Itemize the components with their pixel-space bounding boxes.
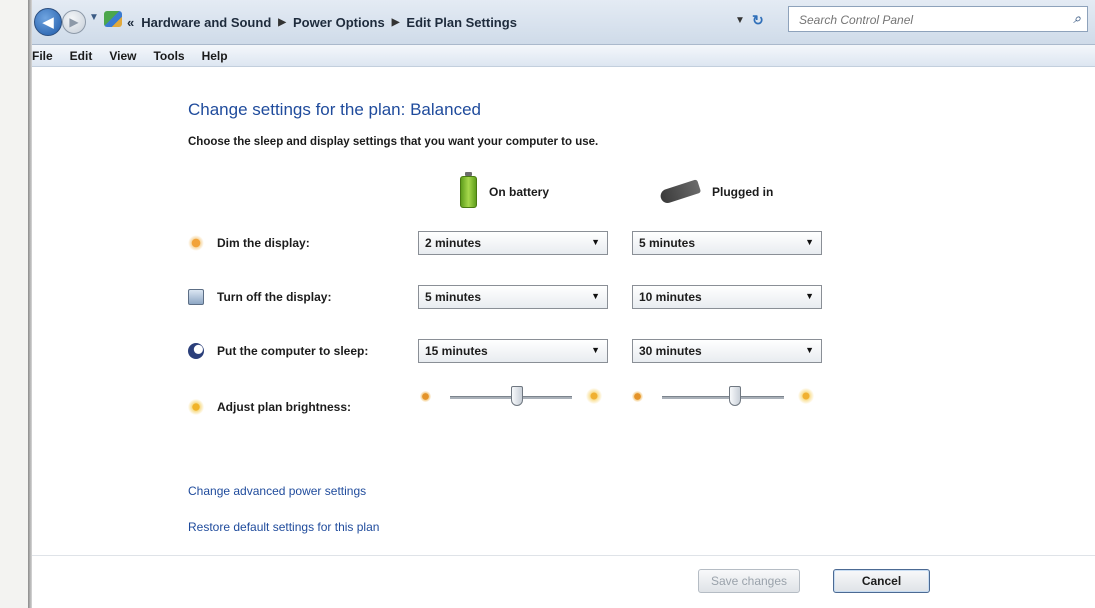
divider	[30, 555, 1095, 556]
menu-edit[interactable]: Edit	[70, 49, 93, 63]
brightness-row-label: Adjust plan brightness:	[188, 396, 351, 418]
search-icon[interactable]: ⌕	[1073, 10, 1081, 27]
sleep-moon-icon	[188, 343, 204, 359]
sleep-battery-select[interactable]: 15 minutes ▼	[418, 339, 608, 363]
brightness-sun-icon	[188, 399, 204, 415]
turn-off-display-row-label: Turn off the display:	[188, 286, 331, 308]
dim-display-row-label: Dim the display:	[188, 232, 310, 254]
dropdown-arrow-icon: ▼	[591, 291, 600, 301]
bright-brightness-icon	[798, 388, 814, 404]
window-left-border	[28, 0, 32, 608]
restore-defaults-link[interactable]: Restore default settings for this plan	[188, 520, 379, 534]
column-header-plugged-in: Plugged in	[658, 175, 774, 209]
breadcrumb: « Hardware and Sound ▶ Power Options ▶ E…	[127, 12, 517, 32]
menu-bar: File Edit View Tools Help	[30, 45, 1095, 67]
turn-off-display-plugged-select[interactable]: 10 minutes ▼	[632, 285, 822, 309]
forward-button[interactable]: ▶	[62, 10, 86, 34]
dim-display-plugged-value: 5 minutes	[639, 236, 696, 250]
control-panel-icon	[104, 11, 122, 27]
turn-off-display-label: Turn off the display:	[217, 290, 332, 304]
monitor-icon	[188, 289, 204, 305]
dim-display-label: Dim the display:	[217, 236, 310, 250]
control-panel-window: ◀ ▶ ▼ « Hardware and Sound ▶ Power Optio…	[30, 0, 1095, 608]
recent-pages-dropdown-icon[interactable]: ▼	[89, 12, 99, 23]
page-subtitle: Choose the sleep and display settings th…	[188, 136, 599, 148]
address-bar: ◀ ▶ ▼ « Hardware and Sound ▶ Power Optio…	[30, 0, 1095, 45]
breadcrumb-separator-icon[interactable]: ▶	[392, 17, 400, 28]
menu-file[interactable]: File	[32, 49, 53, 63]
brightness-label: Adjust plan brightness:	[217, 400, 352, 414]
sleep-row-label: Put the computer to sleep:	[188, 340, 368, 362]
brightness-plugged-slider[interactable]	[632, 386, 822, 408]
menu-view[interactable]: View	[109, 49, 136, 63]
dim-brightness-icon	[420, 391, 431, 402]
slider-thumb[interactable]	[511, 386, 524, 406]
plug-icon	[658, 179, 702, 205]
battery-icon	[460, 172, 477, 208]
sleep-plugged-value: 30 minutes	[639, 344, 702, 358]
dropdown-arrow-icon: ▼	[805, 237, 814, 247]
dim-display-battery-value: 2 minutes	[425, 236, 482, 250]
cancel-button[interactable]: Cancel	[833, 569, 930, 593]
dim-display-icon	[188, 235, 204, 251]
dim-display-battery-select[interactable]: 2 minutes ▼	[418, 231, 608, 255]
search-input[interactable]	[797, 8, 1051, 32]
sleep-label: Put the computer to sleep:	[217, 344, 369, 358]
dropdown-arrow-icon: ▼	[591, 345, 600, 355]
sleep-battery-value: 15 minutes	[425, 344, 488, 358]
back-button[interactable]: ◀	[34, 8, 62, 36]
breadcrumb-separator-icon[interactable]: ▶	[278, 17, 286, 28]
dropdown-arrow-icon: ▼	[591, 237, 600, 247]
dim-brightness-icon	[632, 391, 643, 402]
menu-help[interactable]: Help	[202, 49, 228, 63]
bright-brightness-icon	[586, 388, 602, 404]
breadcrumb-overflow[interactable]: «	[127, 15, 134, 30]
sleep-plugged-select[interactable]: 30 minutes ▼	[632, 339, 822, 363]
dropdown-arrow-icon: ▼	[805, 291, 814, 301]
plugged-in-label: Plugged in	[712, 185, 774, 199]
slider-thumb[interactable]	[729, 386, 742, 406]
forward-arrow-icon: ▶	[69, 15, 79, 29]
refresh-icon[interactable]: ↻	[752, 12, 764, 29]
breadcrumb-edit-plan-settings[interactable]: Edit Plan Settings	[406, 15, 517, 30]
dropdown-arrow-icon: ▼	[805, 345, 814, 355]
advanced-power-settings-link[interactable]: Change advanced power settings	[188, 484, 366, 498]
brightness-battery-slider[interactable]	[420, 386, 610, 408]
turn-off-display-battery-value: 5 minutes	[425, 290, 482, 304]
turn-off-display-battery-select[interactable]: 5 minutes ▼	[418, 285, 608, 309]
page-title: Change settings for the plan: Balanced	[188, 100, 481, 119]
menu-tools[interactable]: Tools	[153, 49, 184, 63]
slider-track[interactable]	[662, 396, 784, 399]
search-box[interactable]: ⌕	[788, 6, 1088, 32]
dim-display-plugged-select[interactable]: 5 minutes ▼	[632, 231, 822, 255]
save-changes-button[interactable]: Save changes	[698, 569, 800, 593]
back-arrow-icon: ◀	[42, 14, 54, 31]
turn-off-display-plugged-value: 10 minutes	[639, 290, 702, 304]
breadcrumb-power-options[interactable]: Power Options	[293, 15, 385, 30]
breadcrumb-hardware-and-sound[interactable]: Hardware and Sound	[141, 15, 271, 30]
address-dropdown-icon[interactable]: ▼	[735, 15, 745, 26]
column-header-on-battery: On battery	[460, 172, 550, 209]
on-battery-label: On battery	[489, 185, 550, 199]
